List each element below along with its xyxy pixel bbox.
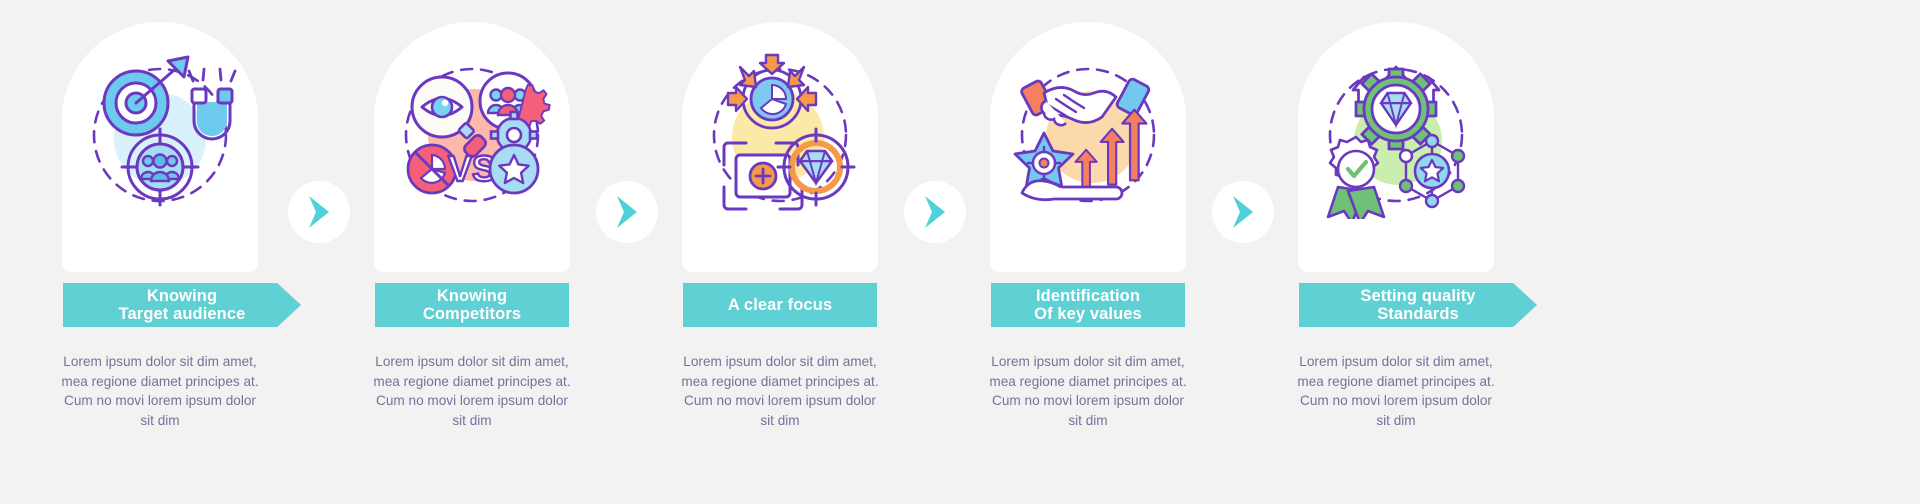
chevron-right-icon bbox=[1228, 194, 1258, 230]
step-4-label: Identification Of key values bbox=[1034, 286, 1142, 324]
chevron-right-icon bbox=[612, 194, 642, 230]
step-2-banner[interactable]: Knowing Competitors bbox=[375, 283, 569, 327]
quality-standards-icon bbox=[1298, 40, 1494, 230]
connector-2[interactable] bbox=[596, 181, 658, 243]
step-2-label: Knowing Competitors bbox=[422, 286, 522, 324]
step-3[interactable]: A clear focus Lorem ipsum dolor sit dim … bbox=[620, 0, 940, 504]
step-5-banner[interactable]: Setting quality Standards bbox=[1299, 283, 1537, 327]
infographic-board: Knowing Target audience Lorem ipsum dolo… bbox=[0, 0, 1920, 504]
step-1-label: Knowing Target audience bbox=[118, 286, 246, 324]
step-3-card bbox=[682, 22, 878, 272]
step-1-card bbox=[62, 22, 258, 272]
chevron-right-icon bbox=[304, 194, 334, 230]
step-4-card bbox=[990, 22, 1186, 272]
step-4[interactable]: Identification Of key values Lorem ipsum… bbox=[928, 0, 1248, 504]
step-5-description: Lorem ipsum dolor sit dim amet, mea regi… bbox=[1297, 354, 1495, 428]
step-3-description: Lorem ipsum dolor sit dim amet, mea regi… bbox=[681, 354, 879, 428]
step-1[interactable]: Knowing Target audience Lorem ipsum dolo… bbox=[0, 0, 320, 504]
connector-1[interactable] bbox=[288, 181, 350, 243]
step-2-description: Lorem ipsum dolor sit dim amet, mea regi… bbox=[373, 354, 571, 428]
step-2[interactable]: VS Knowing Competitors Lorem ipsum dolor… bbox=[312, 0, 632, 504]
competitors-icon: VS bbox=[374, 40, 570, 230]
step-5-label: Setting quality Standards bbox=[1360, 286, 1476, 324]
connector-3[interactable] bbox=[904, 181, 966, 243]
connector-4[interactable] bbox=[1212, 181, 1274, 243]
step-4-banner[interactable]: Identification Of key values bbox=[991, 283, 1185, 327]
step-5-card bbox=[1298, 22, 1494, 272]
step-4-description: Lorem ipsum dolor sit dim amet, mea regi… bbox=[989, 354, 1187, 428]
step-2-card: VS bbox=[374, 22, 570, 272]
step-1-description: Lorem ipsum dolor sit dim amet, mea regi… bbox=[61, 354, 259, 428]
step-3-label: A clear focus bbox=[727, 295, 833, 314]
step-3-banner[interactable]: A clear focus bbox=[683, 283, 877, 327]
step-5[interactable]: Setting quality Standards Lorem ipsum do… bbox=[1236, 0, 1556, 504]
chevron-right-icon bbox=[920, 194, 950, 230]
clear-focus-icon bbox=[682, 40, 878, 230]
target-audience-icon bbox=[62, 40, 258, 230]
step-1-banner[interactable]: Knowing Target audience bbox=[63, 283, 301, 327]
key-values-icon bbox=[990, 40, 1186, 230]
